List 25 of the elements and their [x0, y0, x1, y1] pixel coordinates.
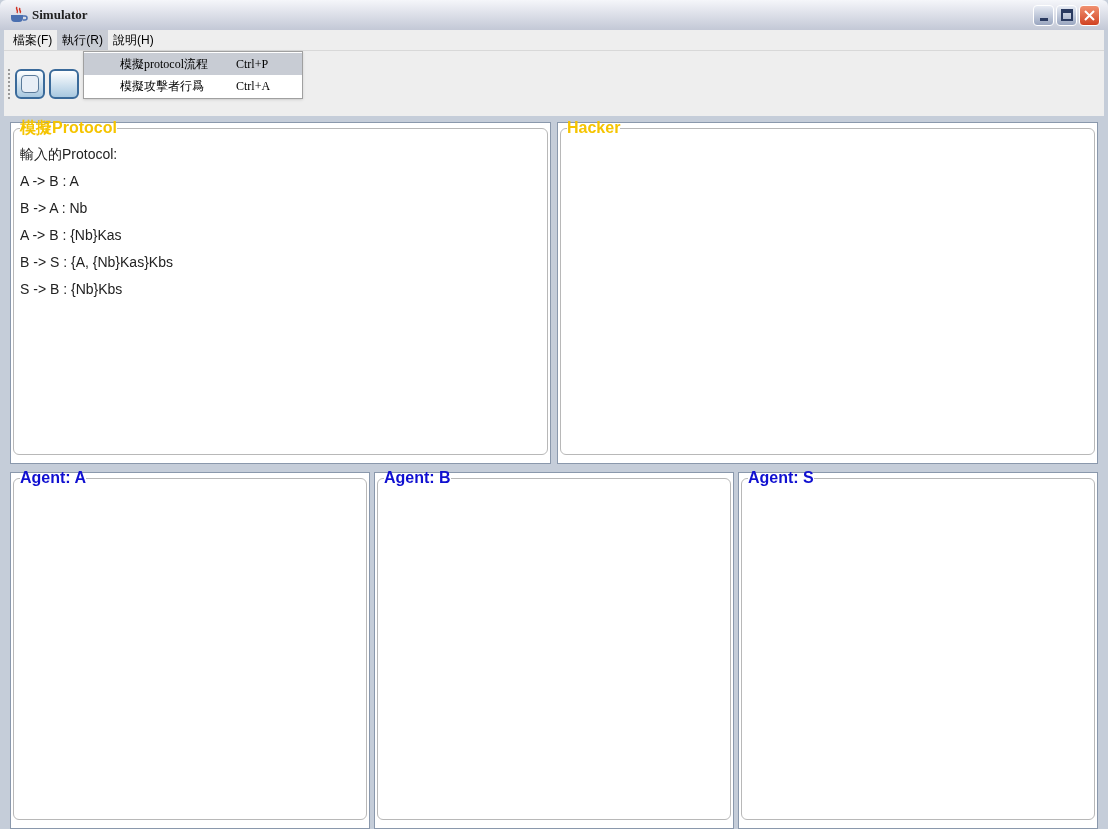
minimize-button[interactable] [1033, 4, 1054, 26]
toolbar-button[interactable] [15, 68, 45, 99]
panel-title: Agent: S [748, 469, 814, 487]
panel-title: Agent: B [384, 469, 451, 487]
protocol-line: S -> B : {Nb}Kbs [20, 280, 124, 299]
protocol-line: 輸入的Protocol: [20, 145, 119, 164]
grip-icon [8, 68, 11, 99]
menu-item[interactable]: 執行(R) [57, 30, 108, 50]
menu-item[interactable]: 說明(H) [108, 30, 159, 50]
panel-title: Hacker [567, 119, 621, 137]
protocol-line: B -> S : {A, {Nb}Kas}Kbs [20, 253, 174, 272]
coffee-cup-icon [8, 6, 28, 24]
maximize-button[interactable] [1056, 4, 1077, 26]
close-button[interactable] [1079, 4, 1100, 26]
toolbar-button[interactable] [49, 68, 79, 99]
close-icon [1084, 9, 1095, 21]
panel-title: 模擬Protocol [20, 119, 117, 137]
protocol-line: A -> B : A [20, 172, 80, 191]
panel-title: Agent: A [20, 469, 87, 487]
menu-option[interactable]: 模擬protocol流程 Ctrl+P [84, 53, 302, 75]
menu-item[interactable]: 檔案(F) [8, 30, 58, 50]
protocol-line: A -> B : {Nb}Kas [20, 226, 123, 245]
menu-option[interactable]: 模擬攻擊者行爲 Ctrl+A [84, 75, 302, 97]
protocol-line: B -> A : Nb [20, 199, 89, 218]
window-title: Simulator [32, 6, 88, 25]
